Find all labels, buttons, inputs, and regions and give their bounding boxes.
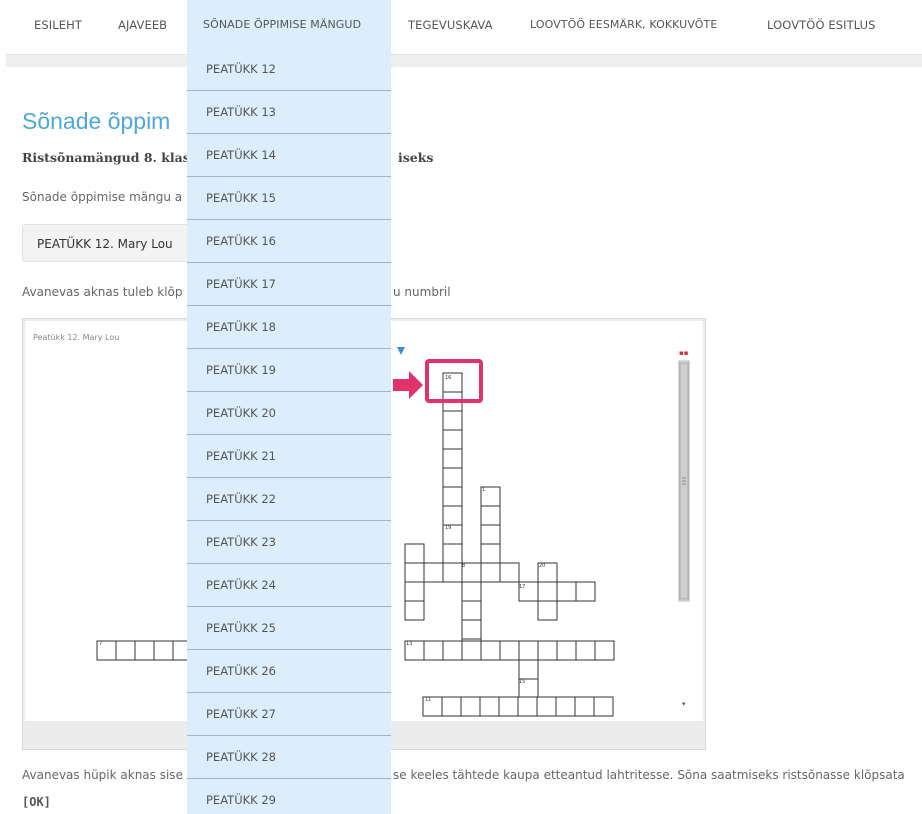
crossword-cell: [404, 562, 425, 583]
cell-number: 1: [482, 487, 485, 493]
dropdown-item-peatukk-27[interactable]: PEATÜKK 27: [187, 693, 391, 736]
crossword-cell: [461, 581, 482, 602]
main-nav: ESILEHT AJAVEEB SÕNADE ÕPPIMISE MÄNGUD T…: [0, 0, 922, 50]
nav-item-loovtoo-eesmark[interactable]: LOOVTÖÖ EESMÄRK, KOKKUVÕTE: [530, 0, 717, 50]
crossword-cell: [153, 640, 174, 661]
dropdown-item-peatukk-21[interactable]: PEATÜKK 21: [187, 435, 391, 478]
dropdown-item-peatukk-22[interactable]: PEATÜKK 22: [187, 478, 391, 521]
crossword-cell: [498, 696, 519, 717]
nav-item-loovtoo-esitlus[interactable]: LOOVTÖÖ ESITLUS: [767, 0, 876, 50]
dropdown-item-peatukk-25[interactable]: PEATÜKK 25: [187, 607, 391, 650]
crossword-cell: [134, 640, 155, 661]
crossword-cell: [480, 562, 501, 583]
crossword-cell: [518, 640, 539, 661]
crossword-cell: [499, 640, 520, 661]
crossword-cell: [536, 696, 557, 717]
dropdown-item-peatukk-20[interactable]: PEATÜKK 20: [187, 392, 391, 435]
crossword-cell: [442, 640, 463, 661]
nav-divider-strip: [6, 54, 922, 67]
intro-text: Sõnade õppimise mängu a: [22, 190, 183, 204]
svg-text:▾: ▾: [682, 700, 686, 708]
crossword-cell: [537, 600, 558, 621]
cell-number: 19: [445, 525, 451, 531]
crossword-cell: [480, 543, 501, 564]
subtitle-tail: iseks: [398, 150, 434, 165]
crossword-cell: [499, 562, 520, 583]
crossword-cell: [404, 600, 425, 621]
svg-text:▪▪: ▪▪: [679, 349, 689, 357]
crossword-cell: [537, 581, 558, 602]
crossword-cell: [556, 581, 577, 602]
dropdown-item-peatukk-26[interactable]: PEATÜKK 26: [187, 650, 391, 693]
arrow-icon: [393, 371, 423, 399]
cell-number: 20: [539, 563, 545, 569]
dropdown-item-peatukk-29[interactable]: PEATÜKK 29: [187, 779, 391, 814]
crossword-cell: [556, 640, 577, 661]
crossword-cell: [442, 448, 463, 469]
crossword-cell: [441, 696, 462, 717]
crossword-cell: [461, 600, 482, 621]
crossword-cell: [575, 581, 596, 602]
crossword-cell: [423, 640, 444, 661]
nav-item-tegevuskava[interactable]: TEGEVUSKAVA: [408, 0, 493, 50]
crossword-cell: [404, 581, 425, 602]
subtitle: Ristsõnamängud 8. klas: [22, 150, 190, 165]
bottom-instruction-tail: se keeles tähtede kaupa etteantud lahtri…: [393, 768, 905, 782]
cell-number: 11: [425, 697, 431, 703]
crossword-cell: [442, 505, 463, 526]
nav-item-sonade-oppimise-mangud[interactable]: SÕNADE ÕPPIMISE MÄNGUD: [187, 0, 391, 50]
dropdown-item-peatukk-23[interactable]: PEATÜKK 23: [187, 521, 391, 564]
crossword-cell: [593, 696, 614, 717]
crossword-cell: [575, 640, 596, 661]
dropdown-menu: PEATÜKK 12 PEATÜKK 13 PEATÜKK 14 PEATÜKK…: [187, 48, 391, 814]
crossword-cell: [442, 543, 463, 564]
dropdown-item-peatukk-14[interactable]: PEATÜKK 14: [187, 134, 391, 177]
nav-item-ajaveeb[interactable]: AJAVEEB: [118, 0, 167, 50]
dropdown-item-peatukk-19[interactable]: PEATÜKK 19: [187, 349, 391, 392]
crossword-cell: [480, 524, 501, 545]
crossword-cell: [442, 467, 463, 488]
crossword-cell: [517, 696, 538, 717]
crossword-cell: [442, 429, 463, 450]
crossword-cell: [442, 410, 463, 431]
crossword-cell: [537, 640, 558, 661]
crossword-cell: [442, 562, 463, 583]
dropdown-item-peatukk-17[interactable]: PEATÜKK 17: [187, 263, 391, 306]
crossword-cell: [555, 696, 576, 717]
blue-pointer-icon: [397, 347, 405, 355]
crossword-cell: [479, 696, 500, 717]
dropdown-item-peatukk-13[interactable]: PEATÜKK 13: [187, 91, 391, 134]
crossword-cell: [518, 659, 539, 680]
cell-number: 17: [519, 584, 525, 590]
dropdown-item-peatukk-15[interactable]: PEATÜKK 15: [187, 177, 391, 220]
dropdown-item-peatukk-16[interactable]: PEATÜKK 16: [187, 220, 391, 263]
dropdown-item-peatukk-12[interactable]: PEATÜKK 12: [187, 48, 391, 91]
crossword-cell: [480, 505, 501, 526]
cell-number: 8: [462, 563, 465, 569]
cell-number: 16: [445, 375, 451, 381]
crossword-cell: [460, 696, 481, 717]
crossword-cell: [461, 619, 482, 640]
crossword-cell: [480, 640, 501, 661]
crossword-cell: [574, 696, 595, 717]
dropdown-item-peatukk-28[interactable]: PEATÜKK 28: [187, 736, 391, 779]
dropdown-item-peatukk-24[interactable]: PEATÜKK 24: [187, 564, 391, 607]
crossword-cell: [461, 640, 482, 661]
crossword-cell: [423, 562, 444, 583]
crossword-cell: [115, 640, 136, 661]
dropdown-item-peatukk-18[interactable]: PEATÜKK 18: [187, 306, 391, 349]
cell-number: 15: [519, 679, 525, 685]
crossword-cell: [442, 486, 463, 507]
cell-number: 7: [99, 641, 102, 647]
cell-number: 13: [406, 641, 412, 647]
crossword-cell: [594, 640, 615, 661]
bottom-instruction: Avanevas hüpik aknas sise: [22, 768, 183, 782]
ok-label: [OK]: [22, 795, 51, 809]
crossword-cell: [404, 543, 425, 564]
instruction-text-tail: u numbril: [393, 285, 451, 299]
instruction-text: Avanevas aknas tuleb klõp: [22, 285, 183, 299]
nav-item-esileht[interactable]: ESILEHT: [34, 0, 82, 50]
page-title: Sõnade õppim: [22, 108, 171, 134]
